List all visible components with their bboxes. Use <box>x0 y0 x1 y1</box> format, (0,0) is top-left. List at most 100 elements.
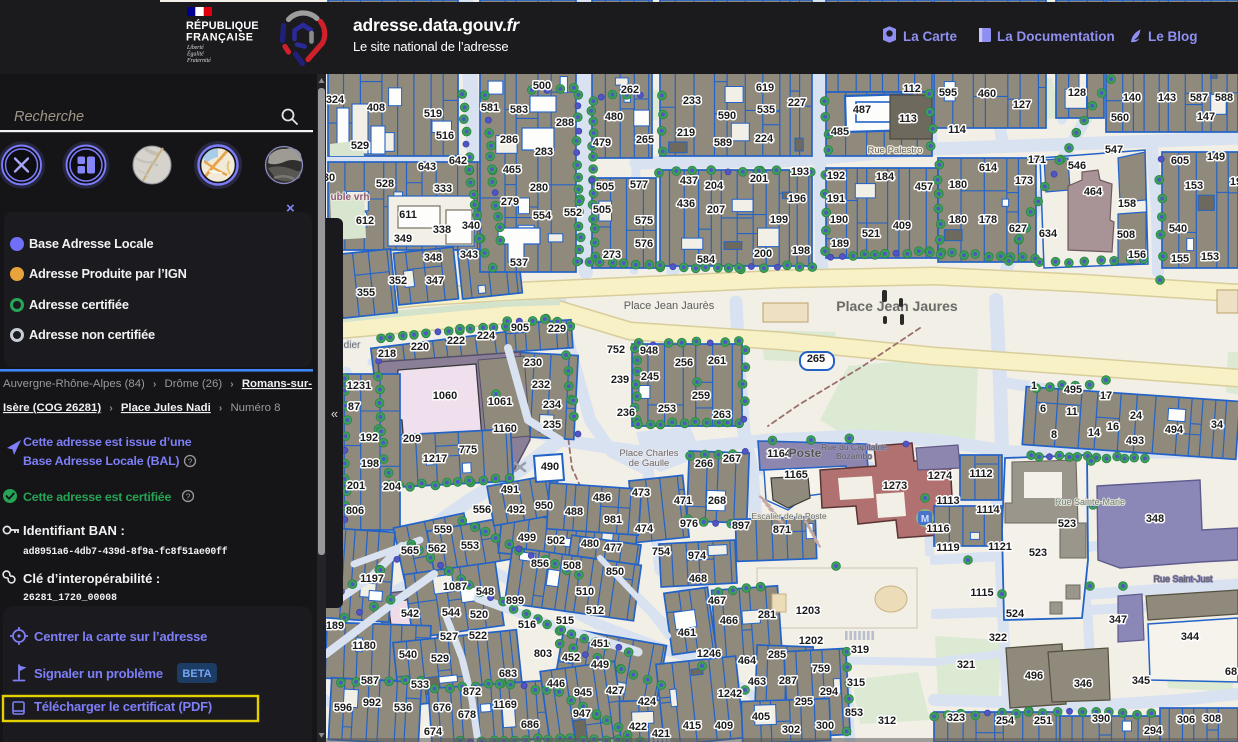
svg-text:496: 496 <box>1025 670 1043 682</box>
svg-text:La Carte: La Carte <box>903 29 958 44</box>
svg-text:Recherche: Recherche <box>14 109 84 125</box>
svg-text:519: 519 <box>424 108 442 120</box>
svg-text:1169: 1169 <box>493 699 517 711</box>
svg-text:140: 140 <box>1123 92 1141 104</box>
svg-text:14: 14 <box>1088 427 1101 439</box>
svg-text:dier: dier <box>344 340 361 351</box>
svg-text:611: 611 <box>399 209 417 221</box>
svg-text:612: 612 <box>356 215 374 227</box>
svg-text:312: 312 <box>878 715 896 727</box>
svg-text:319: 319 <box>851 644 869 656</box>
svg-text:588: 588 <box>1215 92 1233 104</box>
svg-text:495: 495 <box>1064 384 1082 396</box>
svg-text:251: 251 <box>1034 715 1052 727</box>
svg-text:1180: 1180 <box>352 640 376 652</box>
svg-text:344: 344 <box>1181 631 1200 643</box>
svg-text:1160: 1160 <box>493 423 517 435</box>
svg-text:147: 147 <box>1197 111 1215 123</box>
svg-text:Bozambo: Bozambo <box>836 451 872 461</box>
svg-text:536: 536 <box>394 702 412 714</box>
svg-text:899: 899 <box>506 595 524 607</box>
svg-text:198: 198 <box>792 245 810 257</box>
svg-text:471: 471 <box>674 495 692 507</box>
svg-text:236: 236 <box>617 407 635 419</box>
svg-text:Adresse non certifiée: Adresse non certifiée <box>29 327 155 342</box>
svg-text:409: 409 <box>715 720 733 732</box>
svg-text:245: 245 <box>641 371 659 383</box>
svg-text:634: 634 <box>1039 228 1058 240</box>
svg-text:676: 676 <box>433 702 451 714</box>
svg-text:218: 218 <box>378 348 396 360</box>
svg-text:Identifiant BAN :: Identifiant BAN : <box>23 523 125 538</box>
svg-text:505: 505 <box>593 204 611 216</box>
svg-text:674: 674 <box>424 726 443 738</box>
svg-text:415: 415 <box>683 720 701 732</box>
svg-text:128: 128 <box>1068 87 1086 99</box>
svg-text:508: 508 <box>563 560 581 572</box>
svg-text:333: 333 <box>434 183 452 195</box>
svg-text:Cette adresse est certifiée: Cette adresse est certifiée <box>23 490 171 504</box>
svg-text:950: 950 <box>535 500 553 512</box>
svg-text:1121: 1121 <box>988 541 1012 553</box>
svg-text:346: 346 <box>1074 678 1092 690</box>
svg-text:584: 584 <box>697 254 716 266</box>
svg-text:529: 529 <box>431 653 449 665</box>
svg-text:754: 754 <box>652 546 671 558</box>
svg-text:521: 521 <box>862 228 880 240</box>
svg-text:267: 267 <box>723 453 741 465</box>
svg-text:1119: 1119 <box>936 542 959 554</box>
svg-text:468: 468 <box>689 573 707 585</box>
svg-text:424: 424 <box>638 696 657 708</box>
svg-text:409: 409 <box>893 220 911 232</box>
svg-text:268: 268 <box>708 495 726 507</box>
svg-text:1217: 1217 <box>423 453 447 465</box>
svg-text:546: 546 <box>1068 160 1086 172</box>
svg-text:581: 581 <box>481 102 499 114</box>
svg-text:463: 463 <box>748 676 766 688</box>
svg-text:RÉPUBLIQUE: RÉPUBLIQUE <box>186 19 259 32</box>
svg-text:897: 897 <box>732 520 750 532</box>
svg-text:461: 461 <box>678 627 696 639</box>
svg-text:127: 127 <box>1013 99 1031 111</box>
svg-text:229: 229 <box>548 323 566 335</box>
svg-text:537: 537 <box>510 257 528 269</box>
svg-text:112: 112 <box>903 83 921 95</box>
svg-text:642: 642 <box>449 155 467 167</box>
svg-text:627: 627 <box>1009 223 1027 235</box>
svg-text:452: 452 <box>562 652 580 664</box>
svg-text:508: 508 <box>1117 229 1135 241</box>
svg-text:559: 559 <box>434 524 452 536</box>
svg-text:1231: 1231 <box>347 380 371 392</box>
svg-text:219: 219 <box>677 127 695 139</box>
svg-text:Liberté: Liberté <box>186 45 204 51</box>
svg-text:510: 510 <box>576 586 594 598</box>
svg-text:464: 464 <box>1084 186 1103 198</box>
svg-text:321: 321 <box>957 659 975 671</box>
svg-text:352: 352 <box>389 275 407 287</box>
svg-text:192: 192 <box>827 170 845 182</box>
svg-text:207: 207 <box>707 204 725 216</box>
svg-text:227: 227 <box>788 97 806 109</box>
svg-text:230: 230 <box>524 357 542 369</box>
svg-text:338: 338 <box>433 224 451 236</box>
svg-text:155: 155 <box>1171 253 1189 265</box>
svg-text:315: 315 <box>847 677 865 689</box>
svg-text:523: 523 <box>1058 518 1076 530</box>
svg-text:427: 427 <box>606 685 624 697</box>
svg-text:474: 474 <box>635 523 654 535</box>
svg-text:491: 491 <box>501 484 519 496</box>
svg-text:265: 265 <box>807 353 825 365</box>
svg-text:500: 500 <box>533 80 551 92</box>
svg-text:583: 583 <box>510 104 528 116</box>
svg-text:1: 1 <box>1031 380 1037 392</box>
svg-text:294: 294 <box>820 686 839 698</box>
svg-text:286: 286 <box>500 134 518 146</box>
svg-text:300: 300 <box>816 720 834 732</box>
svg-text:232: 232 <box>532 379 550 391</box>
svg-text:1274: 1274 <box>928 470 953 482</box>
svg-text:173: 173 <box>1015 175 1033 187</box>
svg-text:477: 477 <box>604 542 622 554</box>
svg-text:487: 487 <box>853 104 871 116</box>
svg-text:19: 19 <box>1230 176 1238 188</box>
svg-text:de Gaulle: de Gaulle <box>629 458 670 469</box>
